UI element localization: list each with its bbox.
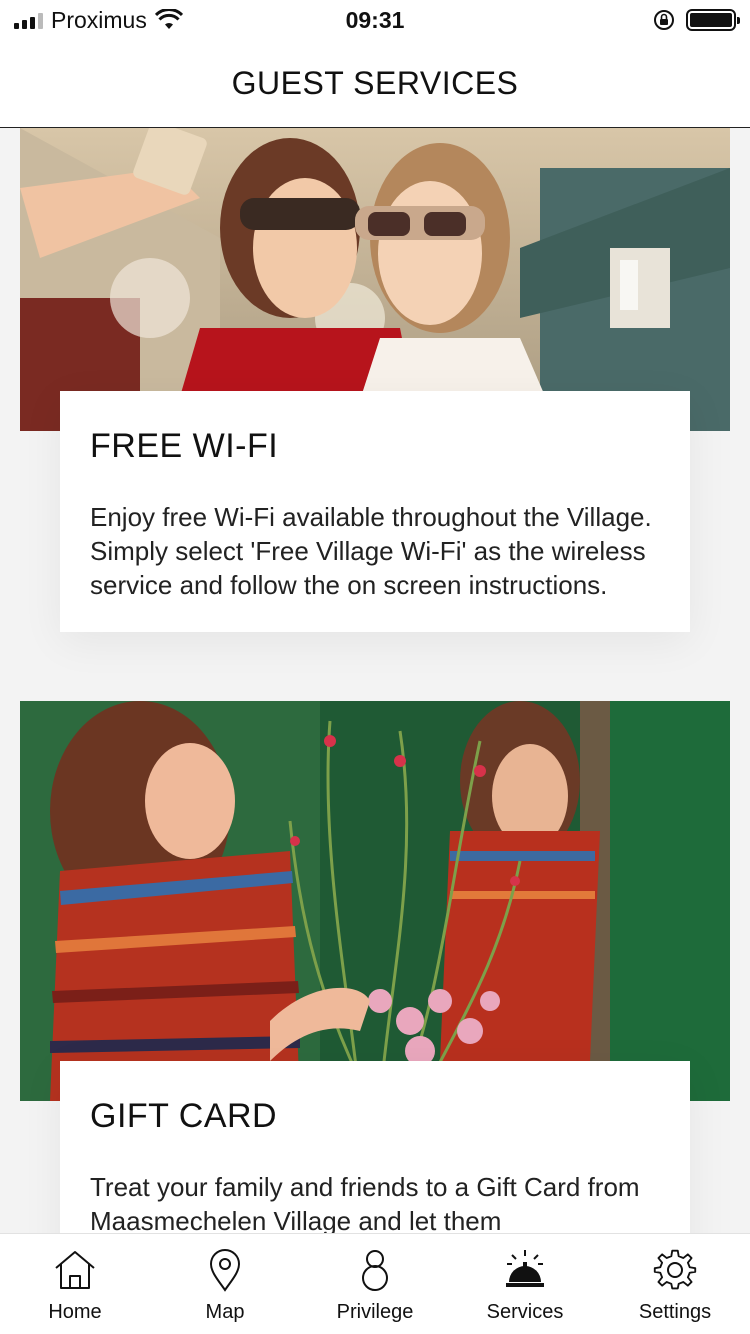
home-icon bbox=[55, 1251, 95, 1289]
page-header: GUEST SERVICES bbox=[0, 40, 750, 128]
service-card-wifi[interactable]: FREE WI-FI Enjoy free Wi-Fi available th… bbox=[20, 128, 730, 632]
wifi-icon bbox=[154, 9, 183, 29]
card-description: Treat your family and friends to a Gift … bbox=[90, 1172, 640, 1233]
tab-privilege[interactable]: Privilege bbox=[300, 1234, 450, 1334]
tab-map[interactable]: Map bbox=[150, 1234, 300, 1334]
tab-label: Map bbox=[205, 1301, 245, 1323]
rotation-lock-icon bbox=[654, 10, 674, 30]
carrier-name: Proximus bbox=[51, 6, 147, 33]
card-description: Enjoy free Wi-Fi available throughout th… bbox=[90, 502, 652, 600]
page-title: GUEST SERVICES bbox=[231, 65, 519, 101]
wifi-info-box: FREE WI-FI Enjoy free Wi-Fi available th… bbox=[60, 391, 690, 632]
card-title: FREE WI-FI bbox=[90, 427, 279, 465]
map-pin-icon bbox=[209, 1249, 241, 1292]
tab-label: Settings bbox=[638, 1301, 712, 1323]
tab-services[interactable]: Services bbox=[450, 1234, 600, 1334]
gift-card-info-box: GIFT CARD Treat your family and friends … bbox=[60, 1061, 690, 1233]
service-card-gift-card[interactable]: GIFT CARD Treat your family and friends … bbox=[20, 701, 730, 1233]
gift-card-photo bbox=[20, 701, 730, 1101]
gear-icon bbox=[653, 1249, 697, 1290]
tab-bar: Home Map Privilege Services Settings bbox=[0, 1233, 750, 1334]
tab-label: Privilege bbox=[336, 1301, 414, 1323]
tab-home[interactable]: Home bbox=[0, 1234, 150, 1334]
tab-label: Home bbox=[48, 1301, 102, 1323]
service-bell-icon bbox=[506, 1250, 544, 1287]
status-bar: Proximus 09:31 bbox=[0, 0, 750, 40]
signal-icon bbox=[14, 11, 43, 29]
privilege-icon bbox=[362, 1250, 388, 1291]
tab-label: Services bbox=[486, 1301, 564, 1323]
battery-icon bbox=[686, 9, 740, 31]
wifi-photo bbox=[20, 128, 730, 431]
tab-settings[interactable]: Settings bbox=[600, 1234, 750, 1334]
services-list[interactable]: FREE WI-FI Enjoy free Wi-Fi available th… bbox=[0, 128, 750, 1233]
card-title: GIFT CARD bbox=[90, 1097, 278, 1135]
